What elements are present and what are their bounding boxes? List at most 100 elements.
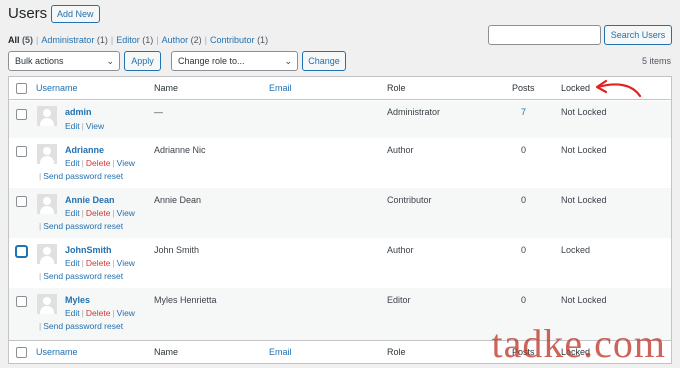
filter-all[interactable]: All (5): [8, 35, 33, 45]
filter-administrator-label: Administrator: [41, 35, 95, 45]
user-posts: 0: [521, 245, 527, 255]
items-count: 5 items: [641, 56, 671, 66]
row-actions: | Send password reset: [39, 321, 124, 331]
filter-separator: |: [110, 35, 114, 45]
delete-link[interactable]: Delete: [86, 158, 111, 168]
user-posts: 0: [521, 195, 527, 205]
delete-link[interactable]: Delete: [86, 308, 111, 318]
delete-link[interactable]: Delete: [86, 208, 111, 218]
row-checkbox[interactable]: [16, 246, 27, 257]
username-link[interactable]: admin: [65, 107, 92, 117]
change-role-button[interactable]: Change: [302, 51, 346, 71]
filter-editor[interactable]: Editor (1): [116, 35, 153, 45]
column-username[interactable]: Username: [36, 347, 78, 357]
red-arrow-icon: [595, 79, 642, 98]
table-row: Adrianne Edit | Delete | View | Send password…: [9, 138, 671, 188]
view-link[interactable]: View: [86, 121, 104, 131]
search-users-button[interactable]: Search Users: [604, 25, 672, 45]
user-locked-status: Not Locked: [561, 107, 607, 117]
filter-contributor-label: Contributor: [210, 35, 255, 45]
username-link[interactable]: Annie Dean: [65, 195, 115, 205]
view-link[interactable]: View: [117, 158, 135, 168]
avatar: [37, 106, 57, 126]
user-name: Annie Dean: [154, 195, 202, 205]
row-actions: | Send password reset: [39, 271, 124, 281]
user-locked-status: Locked: [561, 245, 591, 255]
row-checkbox[interactable]: [16, 296, 27, 307]
delete-link[interactable]: Delete: [86, 258, 111, 268]
column-role: Role: [387, 347, 406, 357]
select-all-checkbox[interactable]: [16, 347, 27, 358]
avatar: [37, 244, 57, 264]
filter-contributor-count: (1): [257, 35, 269, 45]
user-name: Myles Henrietta: [154, 295, 217, 305]
edit-link[interactable]: Edit: [65, 121, 80, 131]
select-all-checkbox[interactable]: [16, 83, 27, 94]
edit-link[interactable]: Edit: [65, 308, 80, 318]
view-link[interactable]: View: [117, 308, 135, 318]
column-username[interactable]: Username: [36, 83, 78, 93]
row-checkbox[interactable]: [16, 109, 27, 120]
avatar: [37, 144, 57, 164]
filter-contributor[interactable]: Contributor (1): [210, 35, 268, 45]
change-role-select[interactable]: Change role to... ⌄: [171, 51, 298, 71]
user-locked-status: Not Locked: [561, 195, 607, 205]
add-new-button[interactable]: Add New: [51, 5, 100, 23]
column-email[interactable]: Email: [269, 83, 292, 93]
user-role: Editor: [387, 295, 411, 305]
send-password-reset-link[interactable]: Send password reset: [43, 321, 123, 331]
row-actions: Edit | Delete | View: [65, 308, 135, 318]
row-checkbox[interactable]: [16, 146, 27, 157]
user-locked-status: Not Locked: [561, 145, 607, 155]
column-name: Name: [154, 347, 179, 357]
send-password-reset-link[interactable]: Send password reset: [43, 271, 123, 281]
user-role: Author: [387, 145, 414, 155]
user-name: —: [154, 107, 163, 117]
filter-administrator[interactable]: Administrator (1): [41, 35, 108, 45]
bulk-actions-select[interactable]: Bulk actions ⌄: [8, 51, 120, 71]
table-row: Annie Dean Edit | Delete | View | Send passwo…: [9, 188, 671, 238]
username-link[interactable]: JohnSmith: [65, 245, 112, 255]
row-checkbox[interactable]: [16, 196, 27, 207]
edit-link[interactable]: Edit: [65, 258, 80, 268]
role-filter-links: All (5) | Administrator (1) | Editor (1) | Aut…: [8, 35, 268, 45]
user-name: John Smith: [154, 245, 200, 255]
filter-separator: |: [36, 35, 39, 45]
filter-author-label: Author: [161, 35, 189, 45]
filter-all-label: All: [8, 35, 20, 45]
edit-link[interactable]: Edit: [65, 158, 80, 168]
edit-link[interactable]: Edit: [65, 208, 80, 218]
search-input[interactable]: [488, 25, 601, 45]
change-role-value: Change role to...: [178, 56, 245, 66]
table-row: admin Edit | View — Administrator 7 Not Lo…: [9, 101, 671, 138]
view-link[interactable]: View: [117, 258, 135, 268]
row-actions: Edit | View: [65, 121, 105, 131]
chevron-down-icon: ⌄: [106, 56, 114, 66]
bulk-actions-value: Bulk actions: [15, 56, 64, 66]
send-password-reset-link[interactable]: Send password reset: [43, 221, 123, 231]
watermark: tadke.com: [491, 321, 666, 366]
view-link[interactable]: View: [117, 208, 135, 218]
page-title: Users: [8, 5, 48, 22]
row-actions: Edit | Delete | View: [65, 158, 135, 168]
send-password-reset-link[interactable]: Send password reset: [43, 171, 123, 181]
filter-separator: |: [156, 35, 159, 45]
column-email[interactable]: Email: [269, 347, 292, 357]
apply-button[interactable]: Apply: [124, 51, 161, 71]
filter-author-count: (2): [190, 35, 202, 45]
username-link[interactable]: Myles: [65, 295, 90, 305]
filter-author[interactable]: Author (2): [162, 35, 202, 45]
user-posts: 0: [521, 295, 527, 305]
column-name: Name: [154, 83, 179, 93]
row-actions: | Send password reset: [39, 171, 124, 181]
column-locked: Locked: [561, 83, 591, 93]
filter-separator: |: [204, 35, 208, 45]
username-link[interactable]: Adrianne: [65, 145, 104, 155]
filter-all-count: (5): [22, 35, 34, 45]
user-posts-link[interactable]: 7: [521, 107, 526, 117]
avatar: [37, 194, 57, 214]
row-actions: Edit | Delete | View: [65, 258, 135, 268]
user-role: Author: [387, 245, 414, 255]
row-actions: Edit | Delete | View: [65, 208, 135, 218]
avatar: [37, 294, 57, 314]
